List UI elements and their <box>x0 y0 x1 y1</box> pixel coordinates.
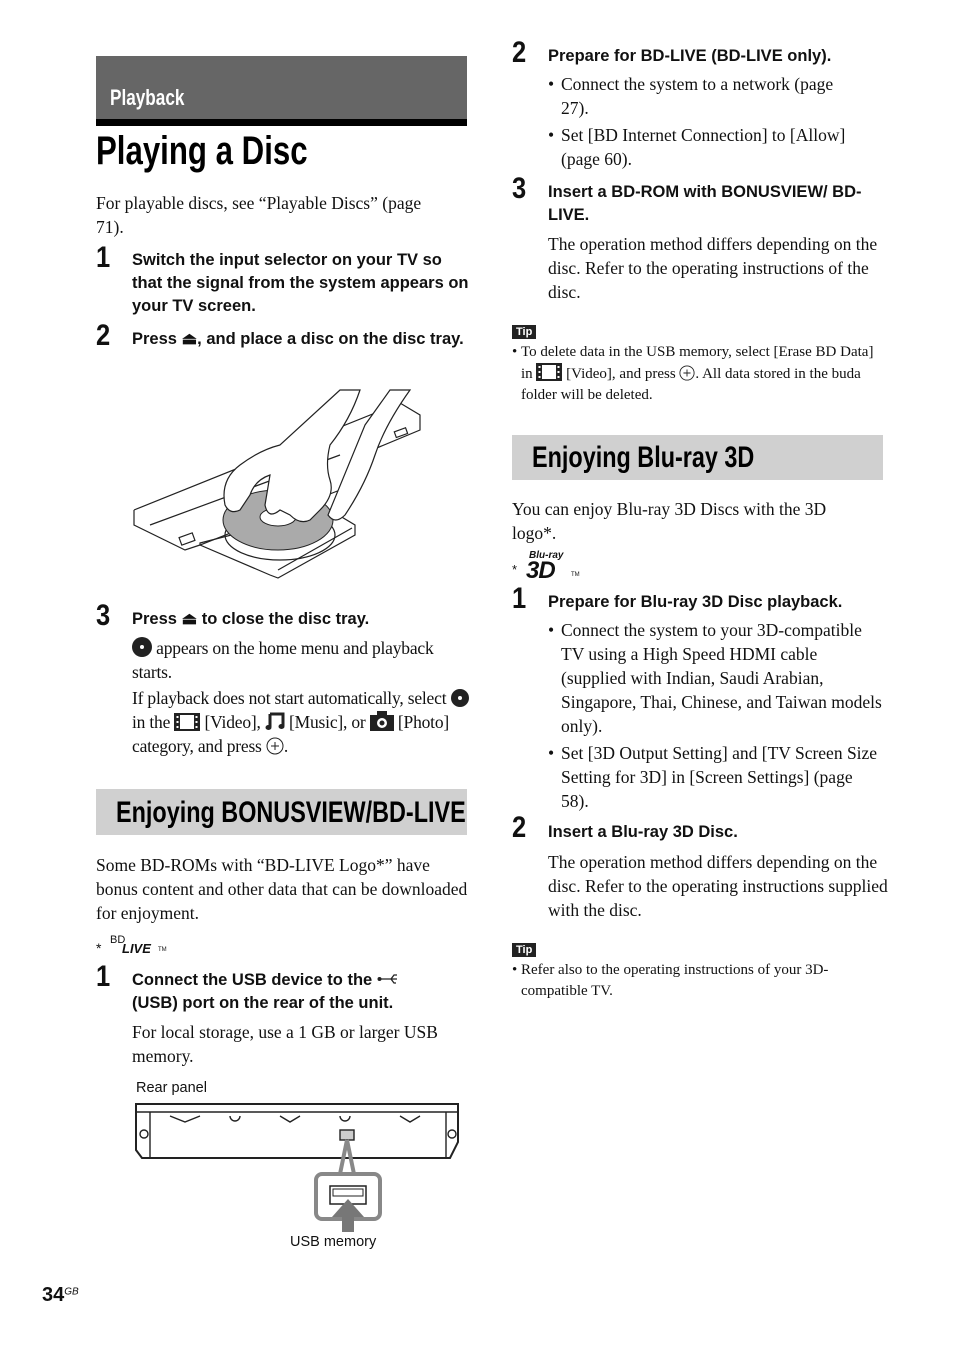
bullet-item: Connect the system to a network (page 27… <box>548 72 878 120</box>
step-title-post: , and place a disc on the disc tray. <box>197 330 464 348</box>
3d-text: 3D <box>526 557 556 584</box>
bdlive-logo: * BD LIVE TM <box>96 932 196 958</box>
video-film-icon <box>536 363 563 381</box>
step-title: Insert a Blu-ray 3D Disc. <box>548 823 738 841</box>
tip-text-part: [Video], and press <box>562 366 680 382</box>
usb-port-small <box>339 1129 355 1141</box>
step-title: Prepare for Blu-ray 3D Disc playback. <box>548 593 843 611</box>
intro-text: For playable discs, see “Playable Discs”… <box>96 193 422 237</box>
rear-panel-label: Rear panel <box>136 1080 207 1096</box>
step-number: 1 <box>512 582 527 615</box>
bullet-item: Connect the system to your 3D-compatible… <box>548 618 884 738</box>
tm-mark: TM <box>571 572 580 578</box>
footnote-asterisk: * <box>96 940 102 956</box>
video-film-icon <box>174 713 201 731</box>
step-body-text: [Music], or <box>284 712 370 732</box>
section-label: Playback <box>110 85 185 110</box>
tip-badge: Tip <box>512 943 537 957</box>
section-heading: Enjoying BONUSVIEW/BD-LIVE <box>116 796 466 829</box>
bluray-intro: You can enjoy Blu-ray 3D Discs with the … <box>512 499 827 543</box>
bullet-item: Set [3D Output Setting] and [TV Screen S… <box>548 741 884 813</box>
step-title-pre: Press <box>132 330 177 348</box>
section-bar-rule <box>96 119 467 126</box>
step-body-text: . <box>283 736 289 756</box>
tip-text: Refer also to the operating instructions… <box>512 960 881 1002</box>
step-title: Connect the USB device to the (USB) port… <box>132 969 462 1015</box>
step-body-text: If playback does not start automatically… <box>132 688 451 708</box>
step-body: appears on the home menu and playback st… <box>132 636 472 684</box>
eject-icon: ⏏ <box>181 610 198 628</box>
footnote-asterisk: * <box>512 562 518 577</box>
step-title: Prepare for BD-LIVE (BD-LIVE only). <box>548 47 832 65</box>
step-title-text: Connect the USB device to the <box>132 971 377 989</box>
step-body: The operation method differs depending o… <box>548 234 878 302</box>
step-title-pre: Press <box>132 610 177 628</box>
live-text: LIVE <box>122 941 151 956</box>
step-number: 2 <box>512 811 527 844</box>
bullet-list: Connect the system to your 3D-compatible… <box>548 618 884 813</box>
step-number: 1 <box>96 241 111 274</box>
bluray-3d-logo: * Blu-ray 3D TM <box>512 550 602 584</box>
photo-camera-icon <box>369 711 394 731</box>
step-title: Press ⏏, and place a disc on the disc tr… <box>132 328 467 351</box>
usb-memory-label: USB memory <box>290 1234 377 1250</box>
step-body-text: [Video], <box>200 712 265 732</box>
tip-block: Tip Refer also to the operating instruct… <box>512 940 887 1002</box>
bullet-list: Connect the system to a network (page 27… <box>548 72 878 171</box>
tip-text: To delete data in the USB memory, select… <box>512 342 887 406</box>
step-number: 2 <box>96 319 111 352</box>
usb-icon <box>377 974 397 984</box>
page-number-value: 34 <box>42 1284 65 1306</box>
music-note-icon <box>265 712 285 730</box>
disc-icon <box>132 637 152 657</box>
step-number: 2 <box>512 36 527 69</box>
step-body-text: appears on the home menu and playback st… <box>132 638 434 682</box>
bonus-intro: Some BD-ROMs with “BD-LIVE Logo*” have b… <box>96 855 468 923</box>
page-title: Playing a Disc <box>96 129 308 173</box>
eject-icon: ⏏ <box>181 330 198 348</box>
step-title-text: (USB) port on the rear of the unit. <box>132 994 394 1012</box>
step-title: Switch the input selector on your TV so … <box>132 251 469 315</box>
step-body: The operation method differs depending o… <box>548 852 888 920</box>
step-number: 3 <box>96 599 111 632</box>
disc-icon <box>450 689 469 707</box>
step-title-post: to close the disc tray. <box>197 610 370 628</box>
tip-block: Tip To delete data in the USB memory, se… <box>512 322 887 406</box>
step-title: Press ⏏ to close the disc tray. <box>132 608 467 631</box>
bullet-item: Set [BD Internet Connection] to [Allow] … <box>548 123 878 171</box>
section-heading: Enjoying Blu-ray 3D <box>532 441 755 474</box>
tm-mark: TM <box>158 947 167 953</box>
page-suffix: GB <box>64 1286 79 1298</box>
disc-tray-illustration <box>133 389 421 579</box>
step-number: 3 <box>512 172 527 205</box>
enter-button-icon <box>266 737 284 755</box>
tip-badge: Tip <box>512 325 537 339</box>
enter-button-icon <box>679 365 695 381</box>
step-body-text: in the <box>132 712 175 732</box>
step-number: 1 <box>96 960 111 993</box>
page-number: 34GB <box>42 1284 79 1307</box>
step-title: Insert a BD-ROM with BONUSVIEW/ BD-LIVE. <box>548 183 862 224</box>
step-body-2: If playback does not start automatically… <box>132 686 472 758</box>
step-body: For local storage, use a 1 GB or larger … <box>132 1022 438 1066</box>
